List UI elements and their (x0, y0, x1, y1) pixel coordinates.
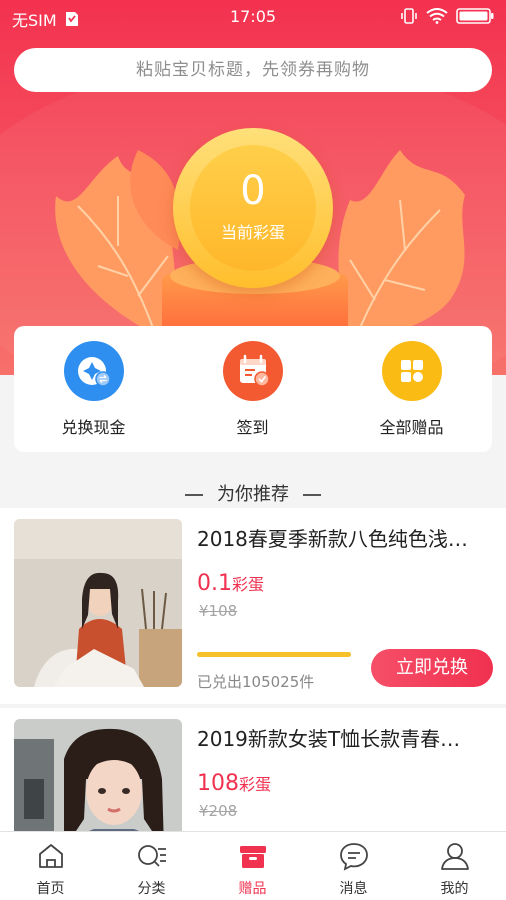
exchange-cash-icon (64, 341, 124, 401)
tab-profile-label: 我的 (440, 881, 469, 897)
tab-home[interactable]: 首页 (0, 832, 101, 900)
product-title[interactable]: 2019新款女装T恤长款青春… (197, 723, 497, 752)
tab-messages-label: 消息 (339, 881, 368, 897)
product-price: 0.1彩蛋 (197, 571, 264, 596)
price-value: 108 (197, 771, 239, 796)
sold-count: 已兑出105025件 (197, 673, 315, 691)
bottom-tab-bar: 首页 分类 赠品 消息 我的 (0, 831, 506, 900)
tab-category[interactable]: 分类 (101, 832, 202, 900)
wifi-icon (426, 8, 448, 24)
exchange-cash-button[interactable]: 兑换现金 (14, 326, 173, 452)
home-icon (39, 844, 63, 868)
user-icon (441, 843, 469, 870)
calendar-checkin-icon (223, 341, 283, 401)
title-dash-left (185, 494, 203, 496)
title-dash-right (303, 494, 321, 496)
action-card: 兑换现金 签到 全部赠品 (14, 326, 492, 452)
price-unit: 彩蛋 (232, 575, 265, 594)
egg-balance-label: 当前彩蛋 (220, 223, 285, 242)
product-card[interactable]: 2018春夏季新款八色纯色浅… 0.1彩蛋 ¥108 已兑出105025件 立即… (0, 508, 506, 704)
product-image[interactable] (14, 519, 182, 687)
status-bar: 无SIM 17:05 (0, 0, 506, 34)
vibrate-icon (401, 8, 417, 24)
chat-bubble-icon (340, 843, 368, 871)
right-leaf-illustration (338, 150, 465, 340)
exchange-cash-label: 兑换现金 (61, 418, 126, 437)
grid-gifts-icon (382, 341, 442, 401)
product-title[interactable]: 2018春夏季新款八色纯色浅… (197, 523, 497, 552)
tab-profile[interactable]: 我的 (404, 832, 505, 900)
egg-balance-value: 0 (240, 168, 266, 214)
tab-gifts[interactable]: 赠品 (202, 832, 303, 900)
checkin-button[interactable]: 签到 (173, 326, 332, 452)
all-gifts-button[interactable]: 全部赠品 (332, 326, 491, 452)
tab-gifts-label: 赠品 (238, 881, 267, 897)
checkin-label: 签到 (236, 418, 269, 437)
gift-box-icon (240, 846, 266, 868)
tab-home-label: 首页 (36, 881, 65, 897)
search-list-icon (138, 845, 166, 867)
price-unit: 彩蛋 (239, 775, 272, 794)
sold-progress-bar (197, 652, 351, 657)
original-price: ¥108 (199, 602, 238, 620)
tab-messages[interactable]: 消息 (303, 832, 404, 900)
battery-icon (456, 8, 494, 24)
tab-category-label: 分类 (137, 881, 166, 897)
search-input[interactable]: 粘贴宝贝标题，先领券再购物 (14, 48, 492, 92)
recommend-title-text: 为你推荐 (217, 484, 289, 505)
original-price: ¥208 (199, 802, 238, 820)
price-value: 0.1 (197, 571, 232, 596)
redeem-now-button[interactable]: 立即兑换 (371, 649, 493, 687)
all-gifts-label: 全部赠品 (379, 418, 444, 437)
product-price: 108彩蛋 (197, 771, 271, 796)
recommend-section-title: 为你推荐 (0, 480, 506, 506)
sold-progress-fill (197, 652, 351, 657)
